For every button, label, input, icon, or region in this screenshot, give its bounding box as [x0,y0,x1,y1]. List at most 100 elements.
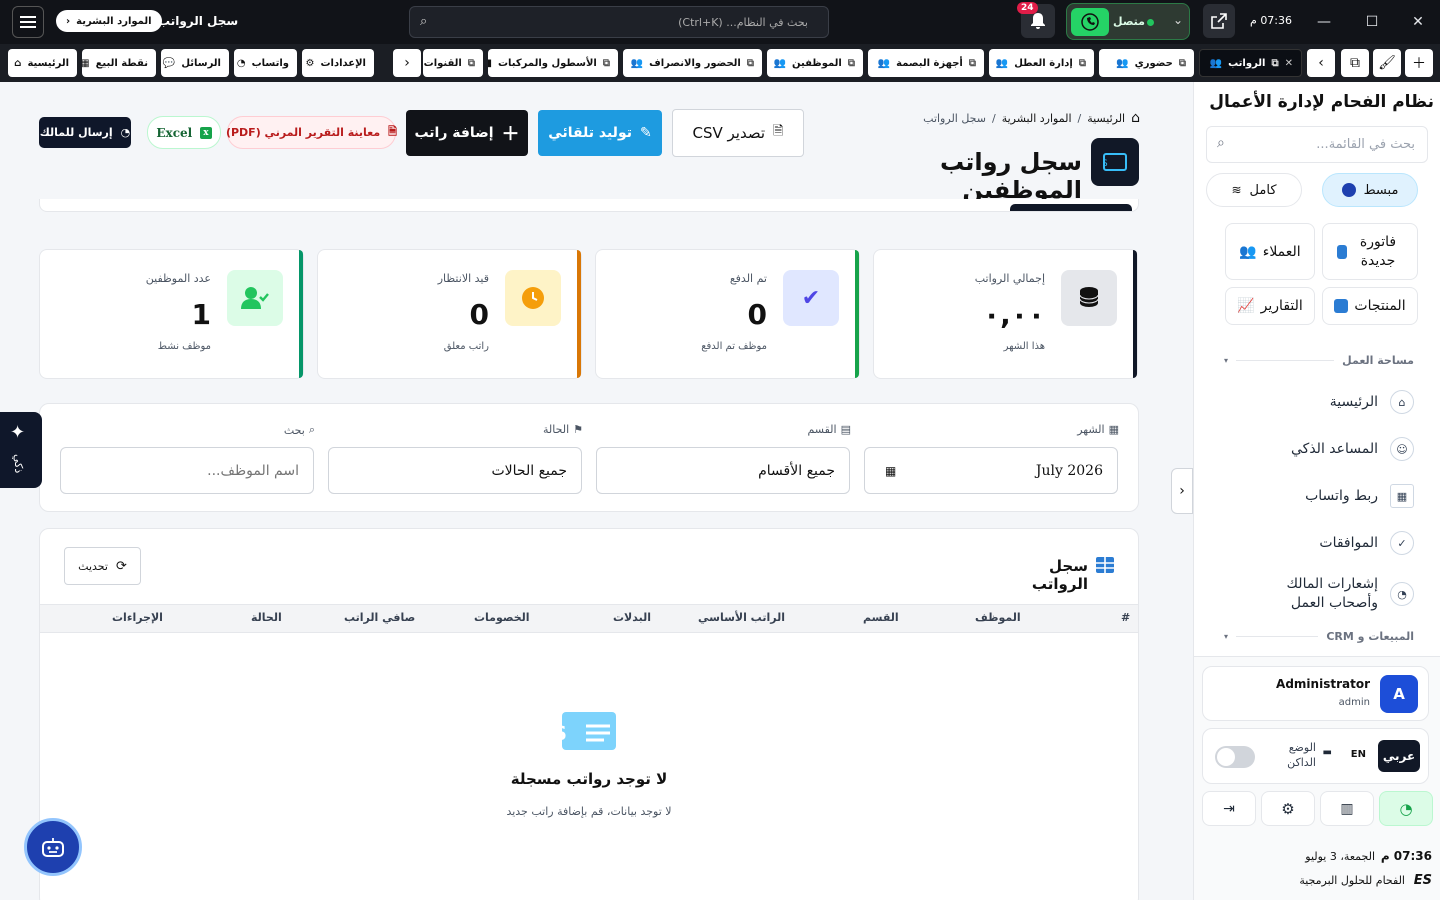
qr-code-icon: ▦ [1390,484,1414,508]
sidebar-item-home[interactable]: ⌂ الرئيسية [1224,387,1414,417]
department-select[interactable]: جميع الأقسام [596,447,850,494]
notification-badge: 24 [1017,2,1038,14]
shortcut-messages[interactable]: الرسائل 💬 [161,49,229,77]
shortcut-pos[interactable]: نقطة البيع ▦ [82,49,156,77]
sidebar-search-placeholder: بحث في القائمة... [1316,137,1415,152]
auto-generate-button[interactable]: ✎ توليد تلقائي [538,110,662,156]
send-to-owner-button[interactable]: ◔ إرسال للمالك [39,117,131,148]
user-card[interactable]: A Administrator admin [1202,666,1429,721]
open-external-button[interactable] [1203,4,1235,38]
sidebar-item-approvals[interactable]: ✓ الموافقات [1224,528,1414,558]
sidebar-item-ai-assistant[interactable]: ☺ المساعد الذكي [1224,434,1414,464]
shortcut-home[interactable]: الرئيسية ⌂ [8,49,77,77]
ai-side-tab[interactable]: ✦ ذكي [0,412,42,488]
menu-button[interactable] [12,6,44,38]
export-csv-button[interactable]: 🗎 تصدير CSV [672,109,804,157]
new-tab-button[interactable]: ＋ [1405,49,1433,77]
csv-file-icon: 🗎 [773,124,784,139]
section-workspace[interactable]: مساحة العمل ▾ [1224,354,1414,367]
table-title: سجل الرواتب [1031,557,1088,593]
close-tab-icon[interactable]: ✕ [1285,58,1293,69]
status-select[interactable]: جميع الحالات [328,447,582,494]
tab-attendance-departure[interactable]: ⧉ الحضور والانصراف 👥 [623,49,762,77]
section-sales-crm[interactable]: المبيعات و CRM ▾ [1224,630,1414,643]
search-label-text: بحث [283,423,305,437]
whatsapp-icon: ◔ [1399,799,1413,818]
document-icon: ▮ [488,57,492,69]
sidebar-item-whatsapp-link[interactable]: ▦ ربط واتساب [1224,481,1414,511]
tab-fleet[interactable]: ⧉ الأسطول والمركبات ▮ [488,49,618,77]
chatbot-button[interactable] [24,818,82,876]
users-icon: 👥 [1209,57,1223,69]
gear-icon: ⚙ [1281,799,1295,818]
col-employee: الموظف [975,611,1021,624]
calendar-icon: ▦ [1108,423,1119,436]
app-title: نظام الفحام لإدارة الأعمال [1209,92,1434,112]
quick-customers[interactable]: العملاء 👥 [1225,223,1315,280]
open-tab-external-button[interactable]: ⧉ [1341,49,1369,77]
stat-value: ٠,٠٠ [983,298,1045,331]
settings-button[interactable]: ⚙ [1261,791,1315,826]
stat-sub: موظف نشط [157,341,211,352]
breadcrumb-chip[interactable]: الموارد البشرية ‹ [56,10,162,32]
quick-new-invoice[interactable]: فاتورة جديدة [1322,223,1418,280]
excel-button[interactable]: x Excel [147,116,221,149]
sidebar-collapse-button[interactable]: ‹ [1171,468,1193,514]
pin-tab-button[interactable]: 🖌 [1373,49,1401,77]
mode-simple-label: مبسط [1363,182,1399,198]
sidebar-clock-date: الجمعة، 3 يوليو [1305,850,1375,863]
notifications-button[interactable]: 24 [1017,2,1055,38]
avatar: A [1380,675,1418,713]
lang-ar-button[interactable]: عربي [1378,740,1420,772]
whatsapp-status[interactable]: متصل ⌄ [1066,3,1190,40]
stats-button[interactable]: ▥ [1320,791,1374,826]
refresh-button[interactable]: ⟳ تحديث [64,547,141,585]
stat-sub: هذا الشهر [1003,341,1045,352]
employee-search-input[interactable] [60,447,314,494]
dark-mode-label: الوضع الداكن [1287,741,1316,770]
whatsapp-quick-button[interactable]: ◔ [1379,791,1433,826]
tab-channels[interactable]: ⧉ القنوات [423,49,483,77]
stat-label: عدد الموظفين [145,272,211,285]
month-picker[interactable]: July 2026 ▦ [864,447,1118,494]
pdf-preview-label: معاينة التقرير المرني (PDF) [225,126,381,139]
tab-holidays[interactable]: ⧉ إدارة العطل 👥 [989,49,1094,77]
shortcut-whatsapp[interactable]: واتساب ◔ [234,49,297,77]
chevron-left-icon: ‹ [404,55,410,71]
dark-mode-toggle[interactable] [1215,746,1255,768]
lang-en-button[interactable]: EN [1351,749,1366,760]
breadcrumb-home[interactable]: الرئيسية [1087,112,1125,125]
shortcut-settings[interactable]: الإعدادات ⚙ [302,49,374,77]
money-icon: $= [1103,153,1127,171]
sidebar-search[interactable]: بحث في القائمة... ⌕ [1206,126,1428,163]
global-search-placeholder: بحث في النظام... (Ctrl+K) [678,15,808,29]
mode-simple-button[interactable]: مبسط [1322,173,1418,207]
sidebar-item-owner-notifications[interactable]: ◔ إشعارات المالك وأصحاب العمل [1224,572,1414,616]
tabs-scroll-right-button[interactable]: › [1307,49,1335,77]
breadcrumb-hr[interactable]: الموارد البشرية [1002,112,1072,125]
mode-full-button[interactable]: كامل ≋ [1206,173,1302,207]
chevron-left-icon: ‹ [1179,483,1185,499]
payroll-page-icon: $= [1091,138,1139,186]
tab-fingerprint-devices[interactable]: ⧉ أجهزة البصمة 👥 [868,49,984,77]
svg-text:$=: $= [1103,158,1108,169]
avatar-initial: A [1393,685,1405,703]
minimize-button[interactable]: — [1300,0,1348,44]
logout-button[interactable]: ⇥ [1202,791,1256,826]
external-link-icon: ⧉ [1350,55,1360,71]
maximize-button[interactable]: ☐ [1348,0,1396,44]
tabs-scroll-left-button[interactable]: ‹ [393,49,421,77]
moon-icon: ▬ [1322,747,1332,758]
col-basic-salary: الراتب الأساسي [698,611,785,624]
quick-reports[interactable]: التقارير 📈 [1225,287,1315,325]
tab-attendance[interactable]: ⧉ حضوري 👥 [1099,49,1194,77]
double-check-icon: ✔ [783,270,839,326]
tab-label: الأسطول والمركبات [497,57,597,69]
add-salary-button[interactable]: ＋ إضافة راتب [406,110,528,156]
tab-employees[interactable]: ⧉ الموظفين 👥 [767,49,863,77]
pdf-preview-button[interactable]: 🗎 معاينة التقرير المرني (PDF) [225,116,397,149]
close-button[interactable]: ✕ [1394,0,1440,44]
tab-salaries[interactable]: ✕ ⧉ الرواتب 👥 [1199,49,1302,77]
quick-products[interactable]: المنتجات [1322,287,1418,325]
global-search[interactable]: ⌕ بحث في النظام... (Ctrl+K) [409,6,829,38]
